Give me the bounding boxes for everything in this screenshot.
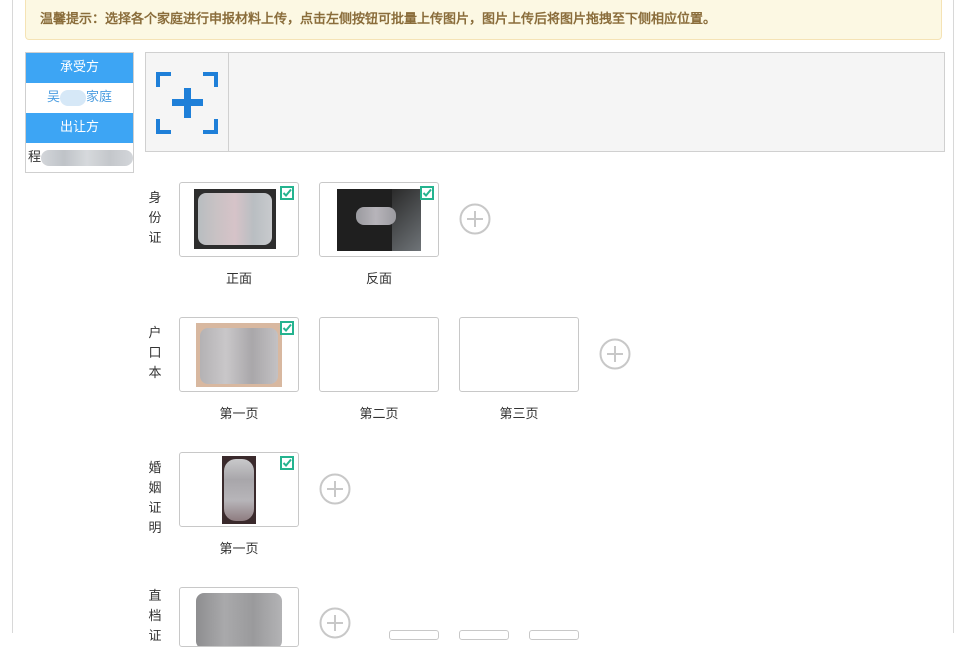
frame-border-right	[953, 0, 954, 633]
direct-page-1-slot[interactable]	[179, 587, 299, 647]
direct-page-3-slot[interactable]	[459, 630, 509, 640]
marriage-page-1-slot[interactable]	[179, 452, 299, 527]
id-card-back-caption: 反面	[365, 272, 392, 287]
receiver-family-item[interactable]: 吴 家庭	[26, 83, 133, 113]
redacted-image	[200, 328, 278, 384]
id-card-back-slot[interactable]	[319, 182, 439, 257]
household-page-1-caption: 第一页	[219, 407, 259, 422]
redacted-image	[224, 459, 254, 521]
check-icon	[280, 321, 294, 335]
uploaded-photo-corner	[392, 189, 421, 251]
household-page-3-caption: 第三页	[499, 407, 539, 422]
giver-prefix: 程	[28, 150, 42, 165]
family-sidebar: 承受方 吴 家庭 出让方 程	[25, 52, 134, 173]
household-page-2-slot[interactable]	[319, 317, 439, 392]
plus-circle-icon[interactable]	[319, 473, 351, 505]
household-page-1-slot[interactable]	[179, 317, 299, 392]
id-card-front-slot[interactable]	[179, 182, 299, 257]
section-label-marriage: 婚 姻 证 明	[148, 461, 162, 536]
direct-page-4-slot[interactable]	[529, 630, 579, 640]
plus-circle-icon[interactable]	[319, 607, 351, 639]
receiver-header: 承受方	[26, 53, 133, 83]
section-label-household: 户 口 本	[148, 326, 162, 381]
frame-border-left	[12, 0, 13, 633]
receiver-suffix: 家庭	[86, 90, 113, 105]
marriage-page-1-caption: 第一页	[219, 542, 259, 557]
household-page-2-caption: 第二页	[359, 407, 399, 422]
redacted-image	[198, 193, 272, 245]
giver-family-item[interactable]: 程	[26, 143, 134, 173]
plus-circle-icon[interactable]	[459, 203, 491, 235]
check-icon	[420, 186, 434, 200]
check-icon	[280, 186, 294, 200]
image-drop-area[interactable]	[145, 52, 945, 152]
direct-page-2-slot[interactable]	[389, 630, 439, 640]
plus-bracket-icon	[156, 72, 218, 134]
redacted-name	[41, 149, 134, 166]
household-page-3-slot[interactable]	[459, 317, 579, 392]
batch-upload-button[interactable]	[146, 53, 229, 151]
redacted-name	[60, 89, 86, 106]
check-icon	[280, 456, 294, 470]
plus-circle-icon[interactable]	[599, 338, 631, 370]
section-label-direct: 直 档 证	[148, 589, 162, 644]
section-label-id-card: 身 份 证	[148, 191, 162, 246]
giver-header: 出让方	[26, 113, 133, 143]
receiver-prefix: 吴	[46, 90, 60, 105]
tip-banner: 温馨提示：选择各个家庭进行申报材料上传，点击左侧按钮可批量上传图片，图片上传后将…	[25, 0, 942, 40]
redacted-image	[196, 593, 282, 646]
redacted-image	[356, 207, 396, 225]
id-card-front-caption: 正面	[225, 272, 252, 287]
